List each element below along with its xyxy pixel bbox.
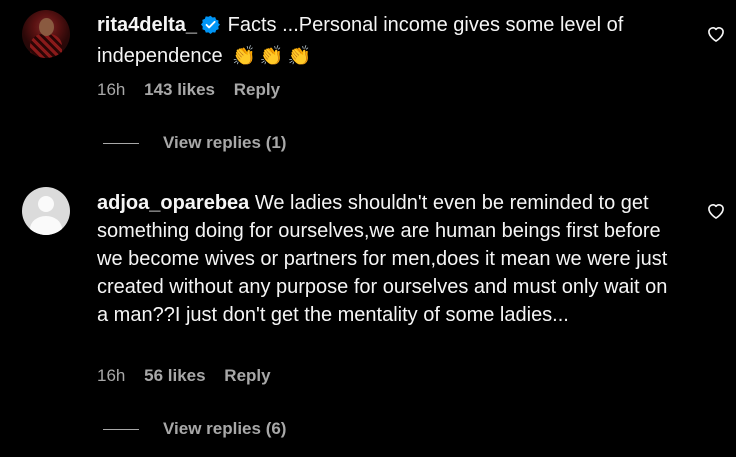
view-replies-label[interactable]: View replies (1) [163, 133, 286, 152]
verified-badge-icon [201, 14, 221, 42]
reply-button[interactable]: Reply [224, 366, 270, 385]
view-replies-button[interactable]: View replies (1) [103, 133, 286, 153]
avatar[interactable] [22, 187, 70, 235]
comment-body: adjoa_oparebea We ladies shouldn't even … [97, 189, 682, 329]
clapping-hands-emoji: 👏 [232, 46, 256, 67]
reply-button[interactable]: Reply [234, 80, 280, 99]
comment-meta: 16h 56 likes Reply [97, 366, 285, 386]
clapping-hands-emoji: 👏 [287, 46, 312, 67]
replies-divider-line [103, 429, 139, 431]
avatar-photo-dress [30, 34, 62, 58]
view-replies-button[interactable]: View replies (6) [103, 419, 286, 439]
clapping-hands-emoji: 👏 [259, 46, 284, 67]
comment-body: rita4delta_ Facts ...Personal income giv… [97, 11, 682, 71]
view-replies-label[interactable]: View replies (6) [163, 419, 286, 438]
avatar-photo-face [39, 18, 54, 36]
like-heart-icon[interactable] [706, 24, 726, 44]
comment-username[interactable]: rita4delta_ [97, 14, 197, 36]
comment-username[interactable]: adjoa_oparebea [97, 192, 249, 214]
avatar-default-head [38, 196, 54, 212]
avatar[interactable] [22, 10, 70, 58]
comment-timestamp: 16h [97, 366, 126, 385]
comment-likes-count[interactable]: 143 likes [144, 80, 215, 99]
avatar-default-body [30, 216, 62, 235]
like-heart-icon[interactable] [706, 201, 726, 221]
comment-meta: 16h 143 likes Reply [97, 80, 294, 100]
comment-timestamp: 16h [97, 80, 126, 99]
comment-likes-count[interactable]: 56 likes [144, 366, 205, 385]
replies-divider-line [103, 143, 139, 145]
